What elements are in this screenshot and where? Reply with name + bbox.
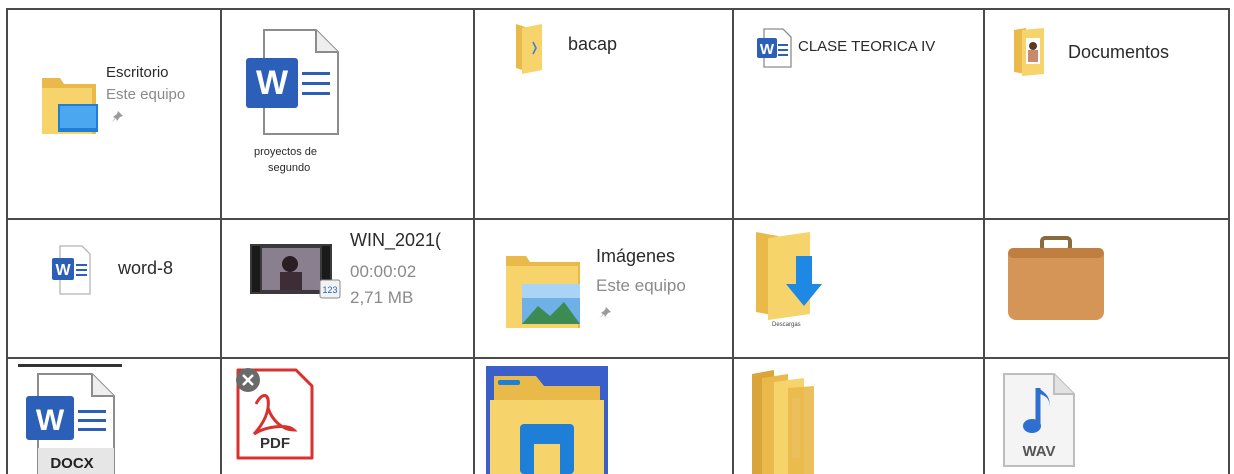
docx-file-icon: W DOCX	[18, 364, 122, 474]
icon-grid: Escritorio Este equipo W proyectos de se…	[0, 0, 1234, 474]
word-badge: W	[36, 404, 65, 437]
word-document-icon: W	[50, 244, 92, 296]
word-document-icon: W	[756, 28, 792, 68]
video-label: WIN_2021(	[350, 230, 442, 250]
word8-item[interactable]: W word-8	[40, 230, 210, 320]
imagenes-item[interactable]: Imágenes Este equipo	[500, 238, 725, 338]
briefcase-item[interactable]	[1000, 232, 1112, 328]
grid-divider	[1228, 8, 1230, 474]
pdf-file-icon: PDF	[232, 364, 318, 464]
word-document-icon: W	[244, 28, 340, 138]
folder-stack-icon	[748, 368, 818, 474]
video-item[interactable]: 123 WIN_2021( 00:00:02 2,71 MB	[246, 230, 468, 330]
pdf-label: PDF	[260, 435, 290, 452]
grid-divider	[6, 8, 8, 474]
docx-label: DOCX	[50, 455, 93, 472]
wav-file-icon: WAV	[1000, 370, 1078, 468]
grid-divider	[6, 8, 1230, 10]
word8-label: word-8	[118, 258, 174, 278]
wav-item[interactable]: WAV	[1000, 370, 1086, 474]
wav-label: WAV	[1022, 443, 1055, 460]
desktop-folder-icon	[38, 72, 100, 138]
pin-icon	[598, 306, 612, 320]
grid-divider	[220, 8, 222, 474]
file-explorer-icon	[486, 366, 608, 474]
video-duration: 00:00:02	[350, 262, 417, 281]
grid-divider	[6, 218, 1230, 220]
folder-icon	[514, 22, 544, 74]
word-badge: W	[256, 64, 289, 102]
folders-item[interactable]	[748, 368, 820, 474]
proyectos-label-line1: proyectos de	[254, 146, 317, 158]
grid-divider	[983, 8, 985, 474]
imagenes-label: Imágenes	[596, 246, 676, 266]
word-badge: W	[760, 41, 775, 58]
proyectos-item[interactable]: W proyectos de segundo	[240, 24, 370, 184]
pictures-folder-icon	[504, 250, 584, 332]
grid-divider	[473, 8, 475, 474]
documentos-label: Documentos	[1068, 42, 1170, 62]
video-size: 2,71 MB	[350, 288, 414, 307]
clase-teorica-item[interactable]: W CLASE TEORICA IV	[752, 18, 977, 82]
downloads-folder-icon	[752, 230, 838, 324]
grid-divider	[732, 8, 734, 474]
briefcase-icon	[1004, 236, 1108, 322]
docx-item[interactable]: W DOCX	[18, 364, 128, 474]
escritorio-location: Este equipo	[106, 86, 186, 103]
imagenes-location: Este equipo	[596, 276, 686, 295]
bacap-label: bacap	[568, 34, 618, 54]
clase-teorica-label: CLASE TEORICA IV	[798, 38, 936, 55]
descargas-label: Descargas	[772, 322, 801, 328]
bacap-item[interactable]: bacap	[510, 18, 660, 82]
documents-folder-icon	[1012, 26, 1046, 76]
grid-divider	[6, 357, 1230, 359]
pin-icon	[110, 110, 124, 124]
escritorio-item[interactable]: Escritorio Este equipo	[30, 60, 210, 150]
svg-text:123: 123	[322, 285, 337, 295]
pdf-item[interactable]: PDF	[232, 364, 322, 474]
proyectos-label-line2: segundo	[268, 162, 311, 174]
video-thumbnail-icon: 123	[250, 242, 342, 300]
descargas-item[interactable]: Descargas	[748, 226, 848, 338]
escritorio-label: Escritorio	[106, 64, 169, 81]
word-badge: W	[55, 262, 71, 279]
explorer-item[interactable]	[486, 366, 608, 474]
documentos-item[interactable]: Documentos	[1008, 18, 1218, 82]
